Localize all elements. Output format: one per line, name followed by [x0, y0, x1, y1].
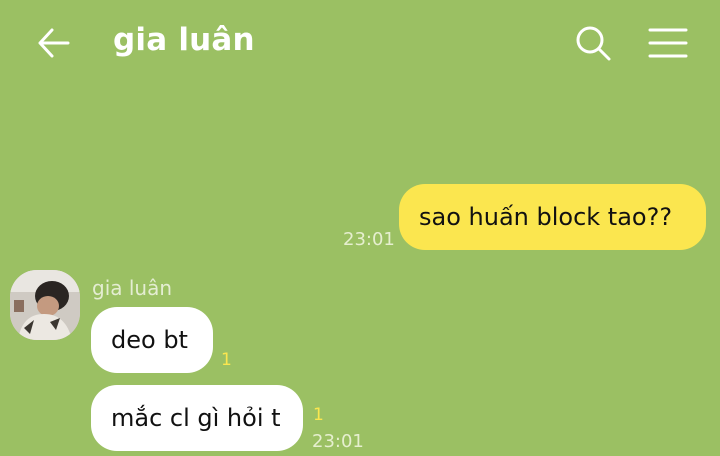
- message-text: sao huấn block tao??: [419, 203, 673, 231]
- sender-avatar[interactable]: [10, 270, 80, 340]
- message-timestamp: 23:01: [312, 431, 364, 452]
- arrow-left-icon: [38, 28, 70, 58]
- message-text: mắc cl gì hỏi t: [111, 404, 281, 432]
- hamburger-menu-icon: [648, 28, 688, 58]
- chat-title: gia luân: [113, 22, 255, 58]
- chat-screen: gia luân 23:01 sao huấn block tao?? gia …: [0, 0, 720, 456]
- received-message-bubble[interactable]: mắc cl gì hỏi t: [91, 385, 303, 451]
- sender-name: gia luân: [92, 276, 173, 300]
- back-button[interactable]: [34, 22, 76, 64]
- unread-count: 1: [221, 350, 232, 370]
- sent-message-bubble[interactable]: sao huấn block tao??: [399, 184, 706, 250]
- search-icon: [576, 26, 611, 61]
- search-button[interactable]: [572, 22, 614, 64]
- message-timestamp: 23:01: [343, 229, 395, 250]
- menu-button[interactable]: [646, 22, 690, 64]
- user-avatar: [10, 270, 80, 340]
- unread-count: 1: [313, 405, 324, 425]
- message-text: deo bt: [111, 326, 188, 354]
- received-message-bubble[interactable]: deo bt: [91, 307, 213, 373]
